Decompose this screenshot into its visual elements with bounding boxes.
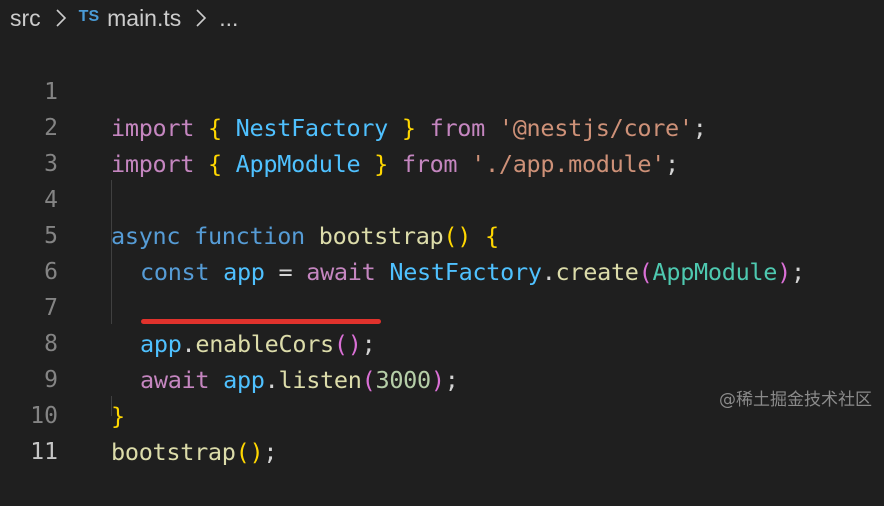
typescript-file-icon: TS (78, 8, 100, 25)
code-line: 2 import { AppModule } from './app.modul… (0, 74, 884, 178)
code-line: 5 const app = await NestFactory.create(A… (0, 182, 884, 286)
breadcrumb: src TS main.ts ... (0, 0, 884, 36)
code-line: 6 (0, 218, 884, 285)
code-line: 4 async function bootstrap() { (0, 146, 884, 250)
chevron-right-icon (56, 9, 66, 27)
code-token: bootstrap (111, 438, 236, 466)
code-editor[interactable]: 1 import { NestFactory } from '@nestjs/c… (0, 36, 884, 466)
code-line: 8 await app.listen(3000); (0, 290, 884, 394)
code-line: 1 import { NestFactory } from '@nestjs/c… (0, 38, 884, 142)
code-token: ; (263, 438, 278, 466)
code-line: 3 (0, 110, 884, 177)
code-token: () (235, 438, 264, 466)
code-line: 7 app.enableCors(); (0, 254, 884, 358)
line-number: 11 (30, 439, 58, 465)
breadcrumb-symbols[interactable]: ... (219, 5, 238, 32)
watermark: @稀土掘金技术社区 (719, 390, 872, 410)
annotation-underline (141, 319, 381, 324)
chevron-right-icon (196, 9, 207, 27)
code-line: 9 } (0, 326, 884, 430)
code-text: bootstrap(); (111, 434, 278, 470)
breadcrumb-file[interactable]: main.ts (107, 5, 181, 32)
breadcrumb-folder[interactable]: src (10, 5, 41, 32)
